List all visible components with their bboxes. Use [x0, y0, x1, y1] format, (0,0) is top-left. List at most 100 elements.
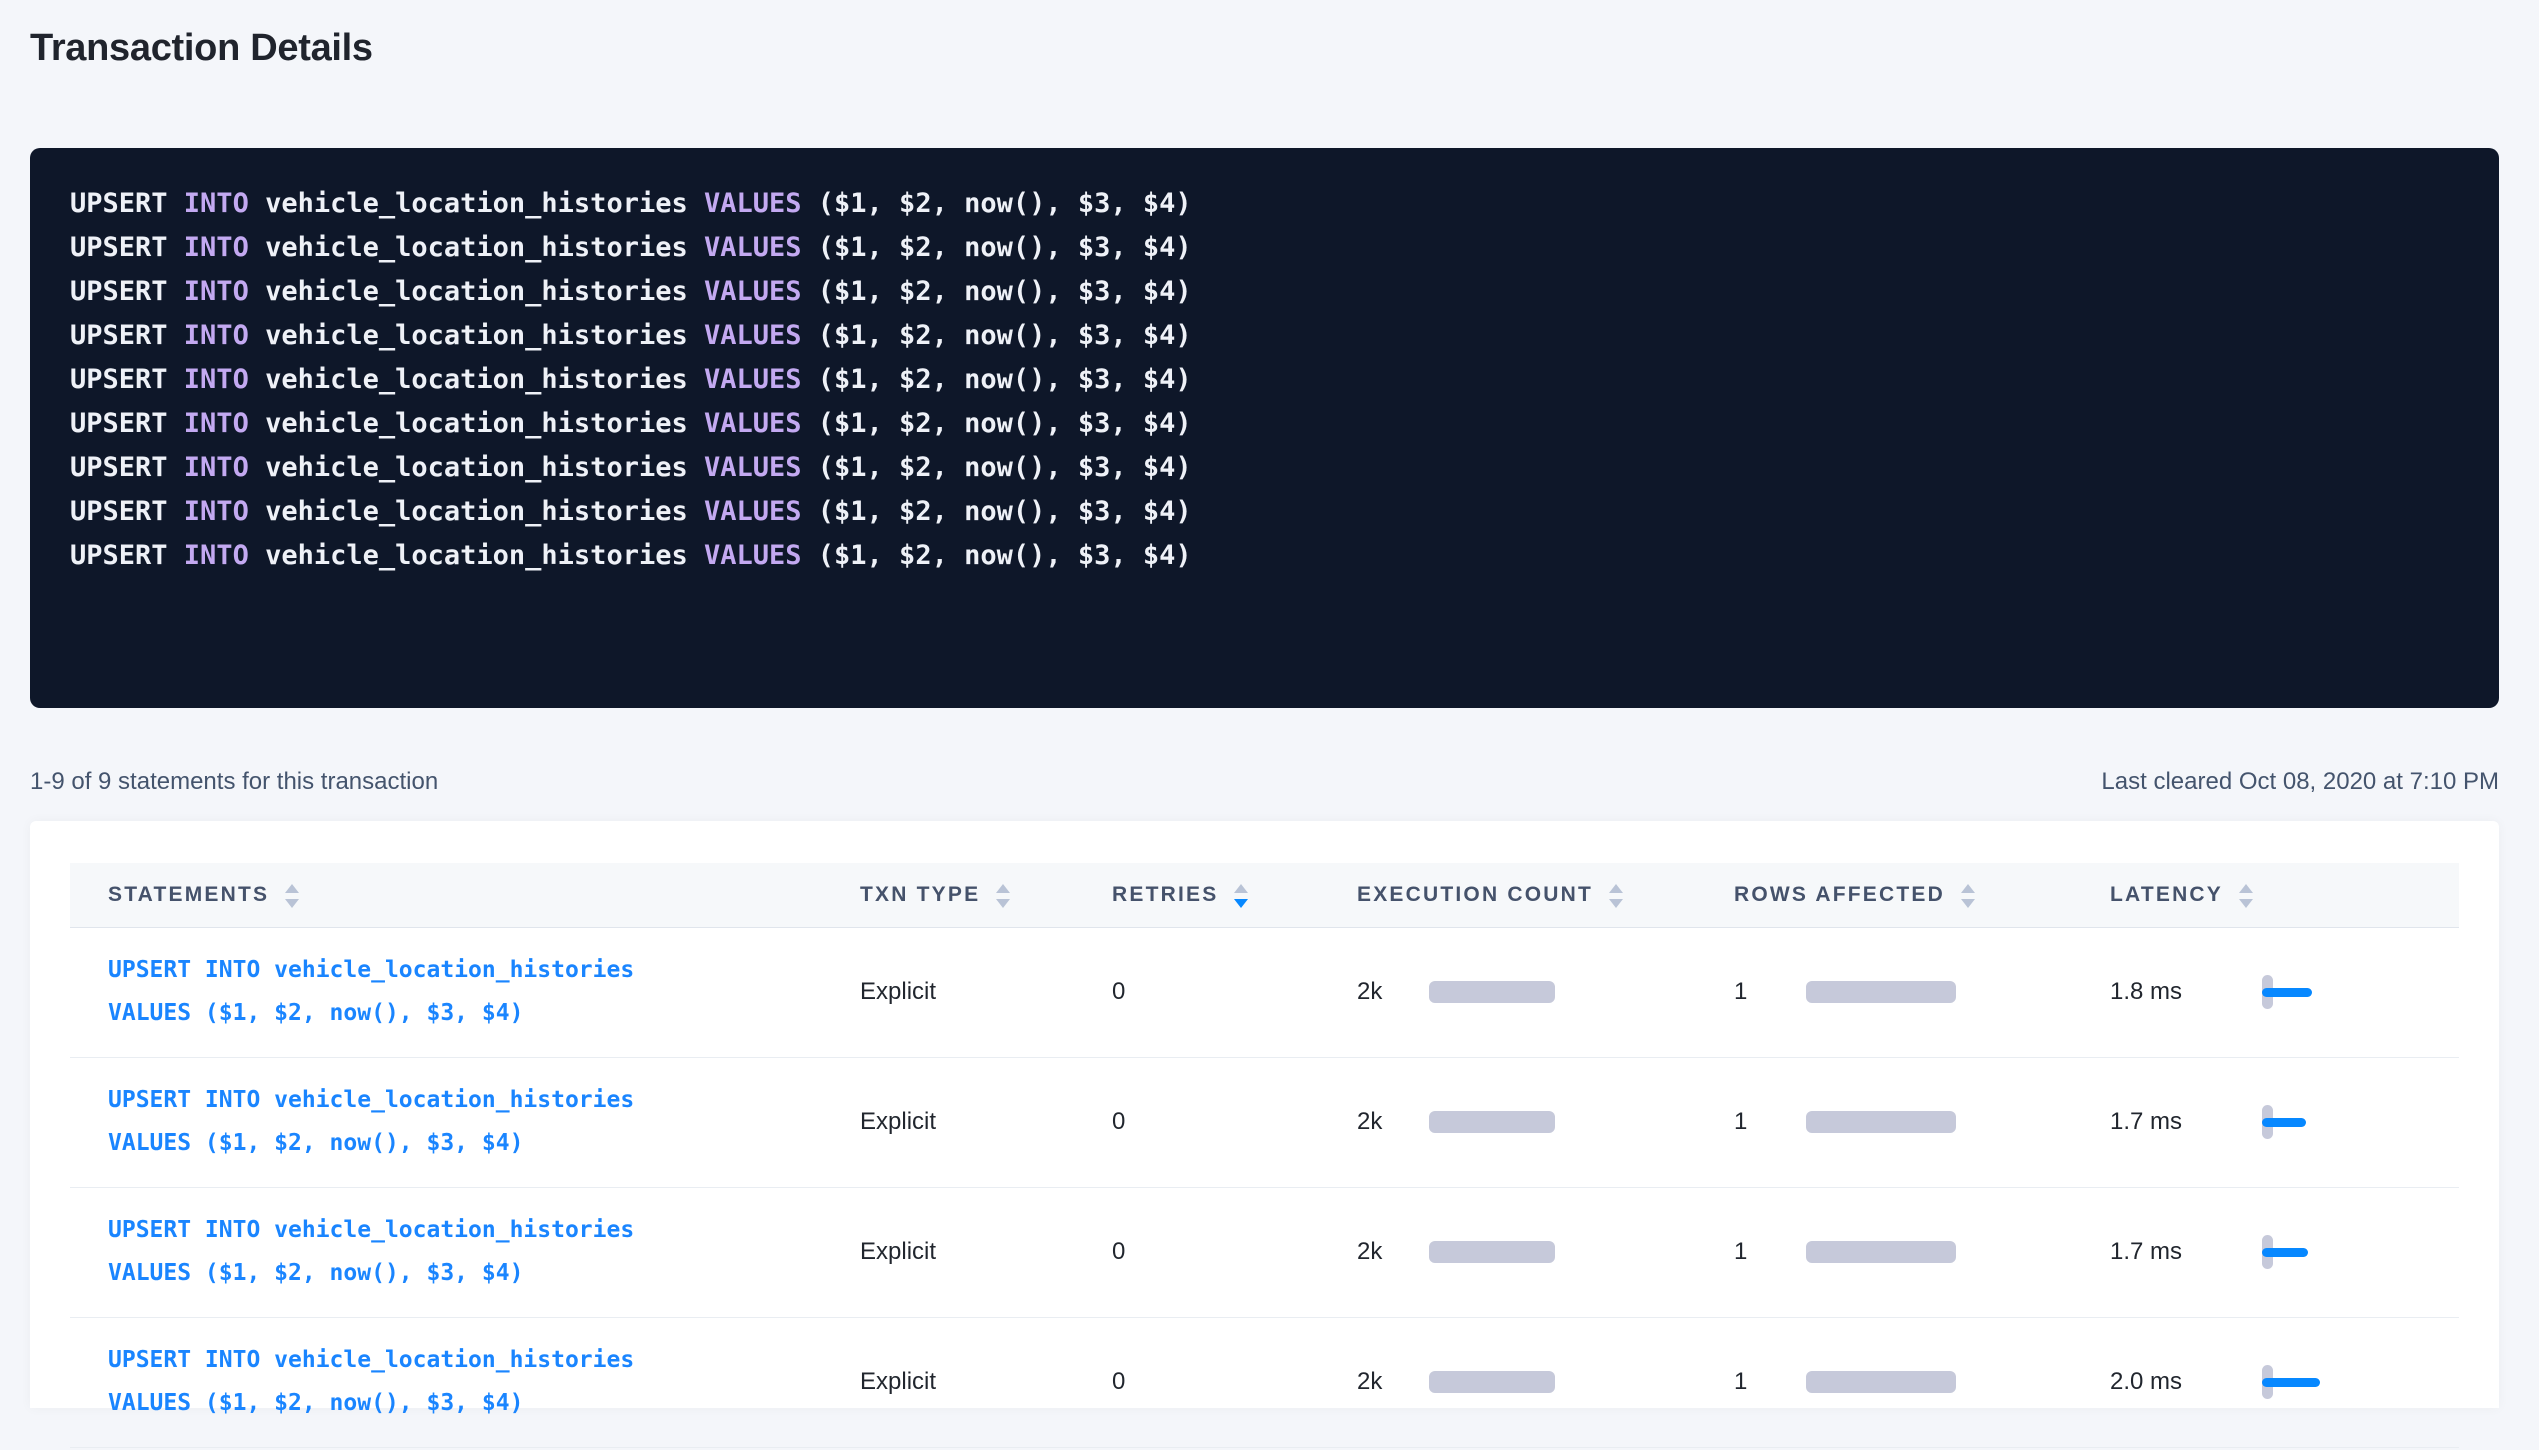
- column-header-latency[interactable]: LATENCY: [2110, 863, 2459, 927]
- rows-affected-cell: 1: [1734, 1317, 2110, 1447]
- sql-statement-line: UPSERT INTO vehicle_location_histories V…: [70, 270, 2459, 314]
- rows-affected-cell: 1: [1734, 927, 2110, 1057]
- sql-text: UPSERT: [70, 408, 184, 439]
- sql-statement-line: UPSERT INTO vehicle_location_histories V…: [70, 402, 2459, 446]
- execution-count-bar: [1429, 1371, 1555, 1393]
- sql-text: UPSERT: [70, 540, 184, 571]
- status-bar: 1-9 of 9 statements for this transaction…: [30, 768, 2499, 796]
- rows-affected-cell: 1: [1734, 1187, 2110, 1317]
- statement-link[interactable]: UPSERT INTO vehicle_location_historiesVA…: [108, 1079, 860, 1165]
- table-row: UPSERT INTO vehicle_location_historiesVA…: [70, 1317, 2459, 1447]
- sql-keyword: INTO: [184, 408, 265, 439]
- statement-cell: UPSERT INTO vehicle_location_historiesVA…: [70, 1187, 860, 1317]
- sql-keyword: INTO: [184, 496, 265, 527]
- rows-affected-bar: [1806, 1371, 1956, 1393]
- sql-keyword: INTO: [184, 364, 265, 395]
- column-label: ROWS AFFECTED: [1734, 883, 1945, 907]
- sql-keyword: INTO: [184, 188, 265, 219]
- sort-desc-icon: [1961, 899, 1975, 908]
- column-header-rows-affected[interactable]: ROWS AFFECTED: [1734, 863, 2110, 927]
- rows-affected-bar: [1806, 1111, 1956, 1133]
- sql-text: vehicle_location_histories: [265, 188, 704, 219]
- sql-text: vehicle_location_histories: [265, 540, 704, 571]
- sort-icons: [996, 882, 1010, 908]
- rows-affected-bar: [1806, 1241, 1956, 1263]
- latency-value: 1.7 ms: [2110, 1238, 2262, 1266]
- statement-cell: UPSERT INTO vehicle_location_historiesVA…: [70, 1057, 860, 1187]
- table-header-row: STATEMENTS TXN TYPE RETRIES: [70, 863, 2459, 927]
- execution-count-cell: 2k: [1357, 927, 1734, 1057]
- sql-text: UPSERT: [70, 496, 184, 527]
- sql-keyword: VALUES: [704, 408, 818, 439]
- table-row: UPSERT INTO vehicle_location_historiesVA…: [70, 1187, 2459, 1317]
- latency-value: 2.0 ms: [2110, 1368, 2262, 1396]
- statement-link[interactable]: UPSERT INTO vehicle_location_historiesVA…: [108, 949, 860, 1035]
- execution-count-bar: [1429, 1241, 1555, 1263]
- rows-affected-value: 1: [1734, 1108, 1806, 1136]
- sort-desc-icon: [1609, 899, 1623, 908]
- retries-cell: 0: [1112, 1317, 1357, 1447]
- page-title: Transaction Details: [30, 22, 2499, 74]
- last-cleared-label: Last cleared Oct 08, 2020 at 7:10 PM: [2101, 768, 2499, 796]
- latency-bar: [2262, 1118, 2306, 1127]
- sort-icons: [1961, 882, 1975, 908]
- sql-statement-line: UPSERT INTO vehicle_location_histories V…: [70, 314, 2459, 358]
- sql-statement-line: UPSERT INTO vehicle_location_histories V…: [70, 490, 2459, 534]
- execution-count-value: 2k: [1357, 1108, 1429, 1136]
- latency-cell: 2.0 ms: [2110, 1317, 2459, 1447]
- statement-link[interactable]: UPSERT INTO vehicle_location_historiesVA…: [108, 1209, 860, 1295]
- statements-table: STATEMENTS TXN TYPE RETRIES: [70, 863, 2459, 1448]
- retries-cell: 0: [1112, 1187, 1357, 1317]
- sql-keyword: INTO: [184, 540, 265, 571]
- txn-type-cell: Explicit: [860, 927, 1112, 1057]
- latency-value: 1.7 ms: [2110, 1108, 2262, 1136]
- sort-asc-icon: [996, 884, 1010, 893]
- retries-cell: 0: [1112, 927, 1357, 1057]
- sort-icons: [2239, 882, 2253, 908]
- sql-text: ($1, $2, now(), $3, $4): [818, 276, 1192, 307]
- sql-keyword: VALUES: [704, 232, 818, 263]
- column-header-execution-count[interactable]: EXECUTION COUNT: [1357, 863, 1734, 927]
- sql-text: ($1, $2, now(), $3, $4): [818, 540, 1192, 571]
- rows-affected-value: 1: [1734, 1238, 1806, 1266]
- table-row: UPSERT INTO vehicle_location_historiesVA…: [70, 927, 2459, 1057]
- sql-text: vehicle_location_histories: [265, 452, 704, 483]
- rows-affected-cell: 1: [1734, 1057, 2110, 1187]
- sql-text: UPSERT: [70, 188, 184, 219]
- sql-text: ($1, $2, now(), $3, $4): [818, 364, 1192, 395]
- sql-keyword: VALUES: [704, 320, 818, 351]
- latency-bar: [2262, 988, 2312, 997]
- sql-text: vehicle_location_histories: [265, 232, 704, 263]
- latency-value: 1.8 ms: [2110, 978, 2262, 1006]
- sql-text: vehicle_location_histories: [265, 408, 704, 439]
- execution-count-value: 2k: [1357, 978, 1429, 1006]
- statements-table-card: STATEMENTS TXN TYPE RETRIES: [30, 821, 2499, 1408]
- rows-affected-value: 1: [1734, 978, 1806, 1006]
- sql-keyword: INTO: [184, 452, 265, 483]
- sql-text: vehicle_location_histories: [265, 276, 704, 307]
- column-header-retries[interactable]: RETRIES: [1112, 863, 1357, 927]
- column-header-txn-type[interactable]: TXN TYPE: [860, 863, 1112, 927]
- statements-count-label: 1-9 of 9 statements for this transaction: [30, 768, 438, 796]
- sql-keyword: VALUES: [704, 276, 818, 307]
- execution-count-cell: 2k: [1357, 1187, 1734, 1317]
- statement-link[interactable]: UPSERT INTO vehicle_location_historiesVA…: [108, 1339, 860, 1425]
- latency-bar: [2262, 1248, 2308, 1257]
- sql-statement-line: UPSERT INTO vehicle_location_histories V…: [70, 358, 2459, 402]
- sql-text: ($1, $2, now(), $3, $4): [818, 452, 1192, 483]
- sql-keyword: VALUES: [704, 452, 818, 483]
- statement-cell: UPSERT INTO vehicle_location_historiesVA…: [70, 1317, 860, 1447]
- sql-code-lines: UPSERT INTO vehicle_location_histories V…: [70, 182, 2459, 578]
- column-header-statements[interactable]: STATEMENTS: [70, 863, 860, 927]
- transaction-details-page: Transaction Details UPSERT INTO vehicle_…: [0, 0, 2539, 1408]
- column-label: TXN TYPE: [860, 883, 980, 907]
- sql-keyword: VALUES: [704, 364, 818, 395]
- sql-text: ($1, $2, now(), $3, $4): [818, 188, 1192, 219]
- sql-text: ($1, $2, now(), $3, $4): [818, 496, 1192, 527]
- sql-code-block: UPSERT INTO vehicle_location_histories V…: [30, 148, 2499, 708]
- sort-asc-icon: [285, 884, 299, 893]
- sql-text: vehicle_location_histories: [265, 364, 704, 395]
- sql-keyword: INTO: [184, 320, 265, 351]
- sql-keyword: VALUES: [704, 188, 818, 219]
- retries-cell: 0: [1112, 1057, 1357, 1187]
